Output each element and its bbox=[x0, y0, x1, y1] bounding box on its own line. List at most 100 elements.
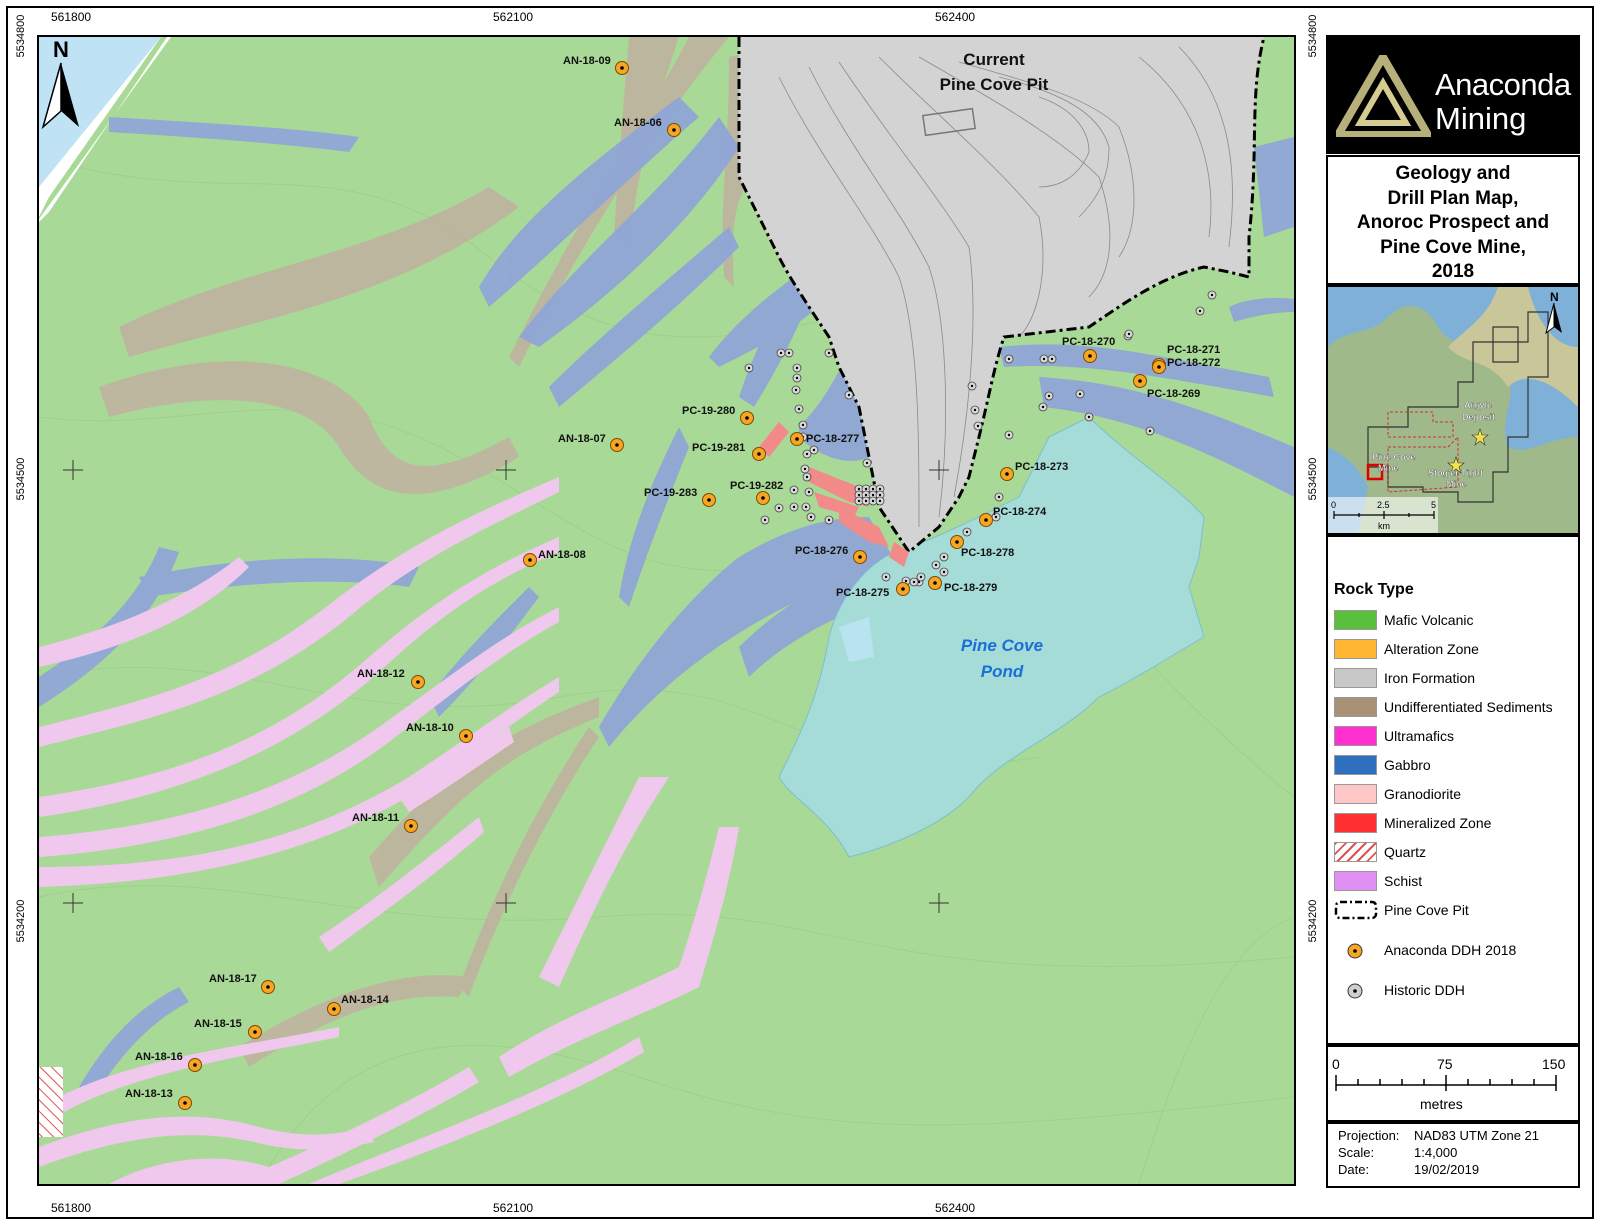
title-line: Geology and bbox=[1395, 163, 1511, 184]
historic-ddh-marker[interactable] bbox=[939, 552, 949, 562]
historic-ddh-marker[interactable] bbox=[1195, 306, 1205, 316]
historic-ddh-marker[interactable] bbox=[916, 572, 926, 582]
anaconda-ddh-marker[interactable] bbox=[404, 819, 418, 833]
historic-ddh-marker[interactable] bbox=[1084, 412, 1094, 422]
historic-ddh-marker[interactable] bbox=[1044, 391, 1054, 401]
geology-map[interactable]: AN-18-09 AN-18-06 AN-18-07 AN-18-08 AN-1… bbox=[37, 35, 1296, 1186]
historic-ddh-marker[interactable] bbox=[1207, 290, 1217, 300]
historic-ddh-marker[interactable] bbox=[794, 404, 804, 414]
anaconda-ddh-marker[interactable] bbox=[790, 432, 804, 446]
anaconda-ddh-marker[interactable] bbox=[1000, 467, 1014, 481]
historic-ddh-marker[interactable] bbox=[806, 512, 816, 522]
anaconda-ddh-marker[interactable] bbox=[261, 980, 275, 994]
historic-ddh-marker[interactable] bbox=[824, 348, 834, 358]
hole-label: PC-18-270 bbox=[1062, 336, 1115, 348]
anaconda-ddh-marker[interactable] bbox=[615, 61, 629, 75]
historic-ddh-marker[interactable] bbox=[802, 449, 812, 459]
anaconda-ddh-marker[interactable] bbox=[928, 576, 942, 590]
historic-ddh-marker[interactable] bbox=[1039, 354, 1049, 364]
anaconda-ddh-marker[interactable] bbox=[610, 438, 624, 452]
anaconda-ddh-marker[interactable] bbox=[411, 675, 425, 689]
hole-label: PC-19-283 bbox=[644, 487, 697, 499]
historic-ddh-marker[interactable] bbox=[798, 420, 808, 430]
historic-ddh-marker[interactable] bbox=[804, 487, 814, 497]
legend-item: Mineralized Zone bbox=[1334, 812, 1579, 834]
anaconda-ddh-marker[interactable] bbox=[1083, 349, 1097, 363]
historic-ddh-marker[interactable] bbox=[1124, 329, 1134, 339]
anaconda-logo-icon bbox=[1336, 55, 1431, 137]
historic-ddh-marker[interactable] bbox=[967, 381, 977, 391]
legend-item: Undifferentiated Sediments bbox=[1334, 696, 1579, 718]
historic-ddh-marker[interactable] bbox=[844, 390, 854, 400]
legend-swatch bbox=[1334, 784, 1377, 804]
historic-ddh-marker[interactable] bbox=[1075, 389, 1085, 399]
anaconda-ddh-marker[interactable] bbox=[702, 493, 716, 507]
hole-label: PC-19-281 bbox=[692, 442, 745, 454]
hole-label: AN-18-10 bbox=[406, 722, 454, 734]
historic-ddh-marker[interactable] bbox=[760, 515, 770, 525]
anaconda-ddh-marker[interactable] bbox=[188, 1058, 202, 1072]
hole-label: AN-18-09 bbox=[563, 55, 611, 67]
svg-text:5: 5 bbox=[1431, 500, 1436, 510]
historic-ddh-marker[interactable] bbox=[994, 492, 1004, 502]
historic-ddh-marker[interactable] bbox=[1145, 426, 1155, 436]
anaconda-ddh-marker[interactable] bbox=[1152, 360, 1166, 374]
historic-ddh-marker[interactable] bbox=[784, 348, 794, 358]
pond-label-line2: Pond bbox=[981, 662, 1024, 681]
historic-ddh-marker[interactable] bbox=[744, 363, 754, 373]
scale-tick-0: 0 bbox=[1332, 1056, 1340, 1072]
historic-ddh-marker[interactable] bbox=[800, 464, 810, 474]
historic-ddh-marker[interactable] bbox=[791, 385, 801, 395]
anaconda-ddh-marker[interactable] bbox=[523, 553, 537, 567]
historic-ddh-marker[interactable] bbox=[1038, 402, 1048, 412]
anaconda-ddh-marker[interactable] bbox=[667, 123, 681, 137]
historic-ddh-marker[interactable] bbox=[1004, 354, 1014, 364]
historic-ddh-marker[interactable] bbox=[789, 502, 799, 512]
historic-ddh-marker[interactable] bbox=[824, 515, 834, 525]
anaconda-ddh-marker[interactable] bbox=[756, 491, 770, 505]
historic-ddh-marker[interactable] bbox=[776, 348, 786, 358]
anaconda-ddh-marker[interactable] bbox=[752, 447, 766, 461]
historic-ddh-marker[interactable] bbox=[792, 373, 802, 383]
historic-ddh-marker[interactable] bbox=[962, 527, 972, 537]
historic-ddh-marker[interactable] bbox=[909, 577, 919, 587]
historic-ddh-marker[interactable] bbox=[1004, 430, 1014, 440]
easting-bottom-2: 562100 bbox=[493, 1201, 534, 1215]
historic-ddh-marker[interactable] bbox=[970, 405, 980, 415]
anaconda-ddh-marker[interactable] bbox=[853, 550, 867, 564]
hole-label: AN-18-07 bbox=[558, 433, 606, 445]
anaconda-ddh-marker[interactable] bbox=[896, 582, 910, 596]
historic-ddh-marker[interactable] bbox=[789, 485, 799, 495]
historic-ddh-marker[interactable] bbox=[862, 458, 872, 468]
map-canvas[interactable]: AN-18-09 AN-18-06 AN-18-07 AN-18-08 AN-1… bbox=[39, 37, 1294, 1184]
anaconda-ddh-marker[interactable] bbox=[979, 513, 993, 527]
historic-ddh-marker[interactable] bbox=[939, 567, 949, 577]
hole-label: PC-18-279 bbox=[944, 582, 997, 594]
legend-historic-label: Historic DDH bbox=[1384, 982, 1465, 998]
historic-ddh-marker[interactable] bbox=[931, 560, 941, 570]
anaconda-ddh-marker[interactable] bbox=[459, 729, 473, 743]
anaconda-ddh-marker[interactable] bbox=[1133, 374, 1147, 388]
historic-ddh-marker[interactable] bbox=[881, 572, 891, 582]
historic-ddh-marker[interactable] bbox=[774, 503, 784, 513]
title-line: 2018 bbox=[1431, 261, 1475, 282]
hole-label: PC-18-276 bbox=[795, 545, 848, 557]
northing-left-3: 5534200 bbox=[15, 899, 27, 943]
northing-right-1: 5534800 bbox=[1307, 14, 1319, 58]
anaconda-ddh-marker[interactable] bbox=[178, 1096, 192, 1110]
anaconda-ddh-marker[interactable] bbox=[248, 1025, 262, 1039]
historic-ddh-marker[interactable] bbox=[1047, 354, 1057, 364]
historic-ddh-marker[interactable] bbox=[973, 421, 983, 431]
easting-top-1: 561800 bbox=[51, 10, 92, 24]
historic-ddh-marker[interactable] bbox=[792, 363, 802, 373]
inset-deposit: Deposit bbox=[1462, 412, 1495, 422]
hole-label: AN-18-12 bbox=[357, 668, 405, 680]
northing-left-1: 5534800 bbox=[15, 14, 27, 58]
legend-item: Alteration Zone bbox=[1334, 638, 1579, 660]
historic-ddh-marker[interactable] bbox=[801, 502, 811, 512]
historic-ddh-marker[interactable] bbox=[802, 472, 812, 482]
quartz-unit bbox=[39, 1067, 63, 1137]
anaconda-ddh-marker[interactable] bbox=[740, 411, 754, 425]
historic-ddh-marker[interactable] bbox=[875, 496, 885, 506]
anaconda-ddh-marker[interactable] bbox=[327, 1002, 341, 1016]
